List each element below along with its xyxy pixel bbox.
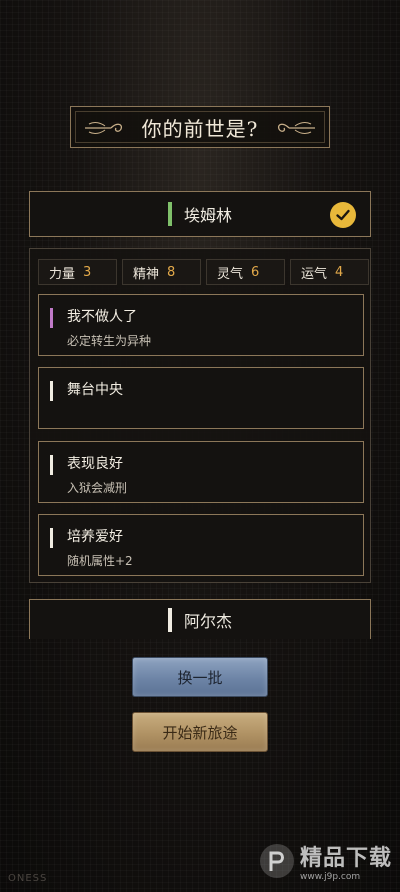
stat-aura: 灵气 6 — [206, 259, 285, 285]
talent-rarity-bar — [50, 308, 53, 328]
flourish-left-icon — [85, 122, 123, 134]
stat-label: 力量 — [49, 266, 76, 282]
watermark-logo-icon — [259, 844, 294, 878]
talent-name: 培养爱好 — [67, 529, 123, 545]
stat-value: 3 — [83, 264, 92, 280]
talent-rarity-bar — [50, 455, 53, 475]
stat-value: 4 — [335, 264, 344, 280]
talent-card[interactable]: 舞台中央 — [38, 367, 364, 429]
stat-label: 灵气 — [217, 266, 244, 282]
flourish-right-icon — [277, 122, 315, 134]
talent-name: 舞台中央 — [67, 382, 123, 398]
character-name: 埃姆林 — [183, 206, 232, 225]
stat-luck: 运气 4 — [290, 259, 369, 285]
talent-desc: 随机属性+2 — [67, 554, 133, 568]
talent-card[interactable]: 培养爱好 随机属性+2 — [38, 514, 364, 576]
character-card-next[interactable]: 阿尔杰 — [29, 599, 371, 639]
checkmark-icon — [330, 202, 356, 228]
watermark-url: www.j9p.com — [299, 872, 361, 882]
talent-card[interactable]: 我不做人了 必定转生为异种 — [38, 294, 364, 356]
character-detail-panel: 力量 3 精神 8 灵气 6 运气 4 我不做人了 必定转生为异种 舞台中央 表… — [29, 248, 371, 583]
talent-rarity-bar — [50, 381, 53, 401]
corner-text: ONESS — [8, 873, 48, 884]
stat-strength: 力量 3 — [38, 259, 117, 285]
talent-rarity-bar — [50, 528, 53, 548]
stats-row: 力量 3 精神 8 灵气 6 运气 4 — [38, 259, 369, 285]
stat-value: 8 — [167, 264, 176, 280]
talent-desc: 必定转生为异种 — [67, 334, 152, 348]
stat-spirit: 精神 8 — [122, 259, 201, 285]
talent-desc: 入狱会减刑 — [67, 481, 128, 495]
talent-name: 表现良好 — [67, 456, 123, 472]
character-card-selected[interactable]: 埃姆林 — [29, 191, 371, 237]
watermark: 精品下载 www.j9p.com — [259, 840, 392, 882]
refresh-button[interactable]: 换一批 — [132, 657, 268, 697]
start-journey-button[interactable]: 开始新旅途 — [132, 712, 268, 752]
page-title: 你的前世是? — [141, 116, 259, 141]
stat-value: 6 — [251, 264, 260, 280]
stat-label: 精神 — [133, 266, 160, 282]
title-banner: 你的前世是? — [70, 106, 330, 148]
talent-card[interactable]: 表现良好 入狱会减刑 — [38, 441, 364, 503]
character-color-bar — [167, 607, 172, 632]
talent-name: 我不做人了 — [67, 309, 137, 325]
character-name: 阿尔杰 — [183, 611, 232, 631]
stat-label: 运气 — [301, 266, 328, 282]
watermark-title: 精品下载 — [299, 846, 392, 871]
character-color-bar — [167, 202, 172, 226]
